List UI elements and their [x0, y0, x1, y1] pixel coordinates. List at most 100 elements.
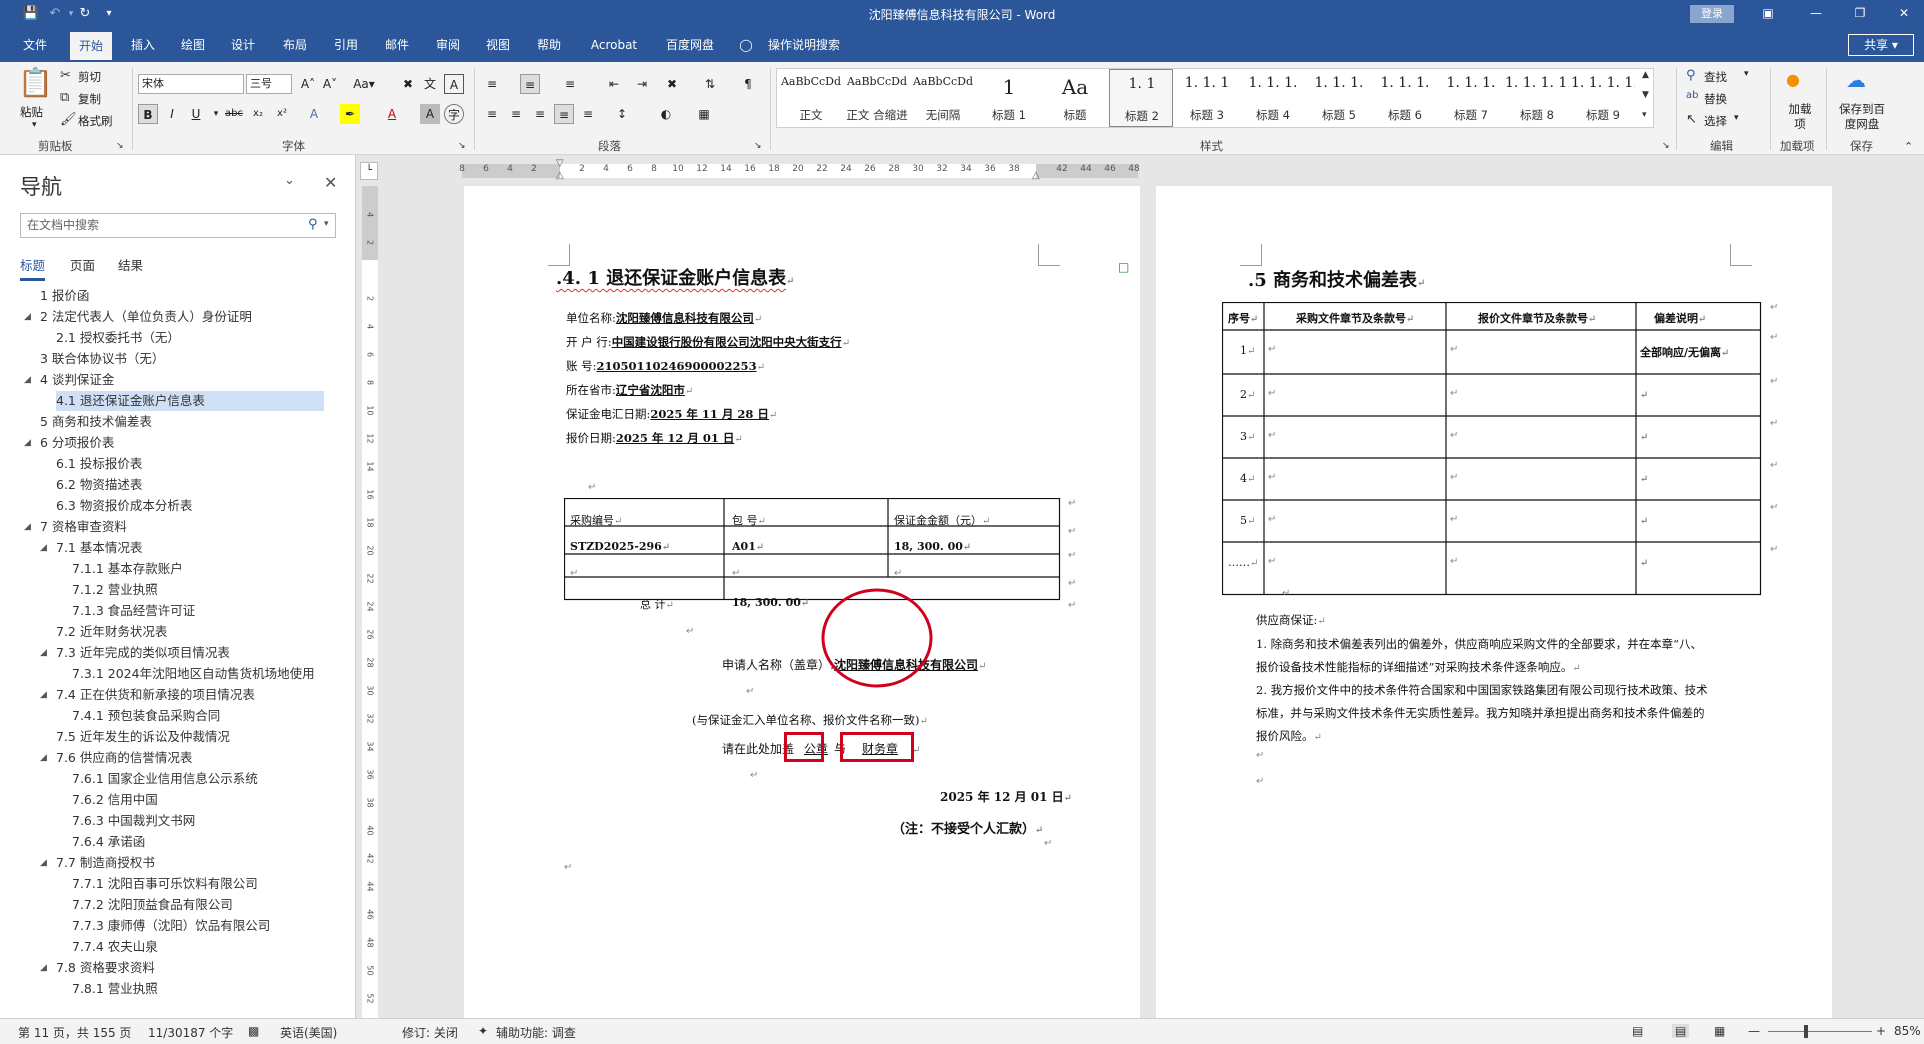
line-spacing-icon[interactable]: ↕ — [612, 104, 632, 124]
borders-icon[interactable]: ▦ — [694, 104, 714, 124]
bullets-icon[interactable]: ≡ — [482, 74, 502, 94]
gallery-more-icon[interactable]: ▾ — [1642, 110, 1647, 120]
style-13[interactable]: 1. 1. 1. 1. 标题 9 — [1571, 69, 1635, 127]
chevron-down-icon[interactable]: ⌄ — [284, 173, 295, 188]
style-11[interactable]: 1. 1. 1. 标题 7 — [1439, 69, 1503, 127]
zoom-level[interactable]: 85% — [1894, 1024, 1921, 1038]
read-mode-icon[interactable]: ▤ — [1632, 1024, 1643, 1038]
increase-indent-icon[interactable]: ⇥ — [632, 74, 652, 94]
close-icon[interactable]: ✕ — [1894, 4, 1914, 22]
horizontal-ruler[interactable]: └ 8 6 4 2 2 4 6 8 10 12 14 16 18 20 22 24 26 28 30 32 34 36 38… — [360, 158, 1924, 182]
nav-heading-item[interactable]: 6.1 投标报价表 — [56, 454, 142, 474]
tell-me-search[interactable]: 操作说明搜索 — [764, 28, 844, 62]
addins-icon[interactable]: ● — [1786, 70, 1800, 89]
expand-triangle-icon[interactable]: ◢ — [40, 685, 47, 705]
tab-selector-icon[interactable]: └ — [360, 162, 378, 180]
style-3[interactable]: AaBbCcDd 无间隔 — [911, 69, 975, 127]
close-pane-icon[interactable]: ✕ — [324, 173, 337, 192]
font-name-box[interactable]: 宋体 — [138, 74, 244, 94]
baidu-cloud-icon[interactable]: ☁ — [1846, 68, 1866, 92]
style-6[interactable]: 1. 1 标题 2 — [1109, 69, 1173, 127]
nav-heading-item[interactable]: 5 商务和技术偏差表 — [40, 412, 152, 432]
tab-acrobat[interactable]: Acrobat — [584, 28, 644, 62]
char-border-icon[interactable]: A — [444, 74, 464, 94]
nav-heading-item[interactable]: 4.1 退还保证金账户信息表 — [56, 391, 324, 411]
styles-gallery[interactable]: AaBbCcDd 正文 AaBbCcDd 正文 合缩进 AaBbCcDd 无间隔 1 标题 1… — [776, 68, 1654, 128]
tab-review[interactable]: 审阅 — [427, 28, 469, 62]
change-case-icon[interactable]: Aa▾ — [350, 74, 378, 94]
search-options-icon[interactable]: ▾ — [324, 219, 329, 229]
nav-heading-item[interactable]: 4 谈判保证金 — [40, 370, 114, 390]
tab-file[interactable]: 文件 — [14, 28, 56, 62]
expand-triangle-icon[interactable]: ◢ — [24, 370, 31, 390]
nav-heading-item[interactable]: 7 资格审查资料 — [40, 517, 127, 537]
tab-mailings[interactable]: 邮件 — [376, 28, 418, 62]
nav-heading-item[interactable]: 7.7.3 康师傅（沈阳）饮品有限公司 — [72, 916, 270, 936]
tab-draw[interactable]: 绘图 — [172, 28, 214, 62]
vertical-ruler[interactable]: 4 2 2 4 6 8 10 12 14 16 18 20 22 24 26 28 30 32 34 36 38 40 42… — [360, 182, 380, 1032]
superscript-icon[interactable]: x² — [272, 104, 292, 124]
nav-heading-item[interactable]: 7.2 近年财务状况表 — [56, 622, 167, 642]
style-1[interactable]: AaBbCcDd 正文 — [779, 69, 843, 127]
minimize-icon[interactable]: — — [1806, 4, 1826, 22]
expand-triangle-icon[interactable]: ◢ — [40, 643, 47, 663]
style-4[interactable]: 1 标题 1 — [977, 69, 1041, 127]
tab-view[interactable]: 视图 — [477, 28, 519, 62]
track-changes[interactable]: 修订: 关闭 — [402, 1024, 458, 1041]
clear-format-icon[interactable]: ✖ — [398, 74, 418, 94]
select-dropdown-icon[interactable]: ▾ — [1734, 113, 1739, 123]
nav-heading-item[interactable]: 7.3.1 2024年沈阳地区自动售货机场地使用 — [72, 664, 315, 684]
format-painter-button[interactable]: 格式刷 — [78, 113, 113, 129]
nav-heading-item[interactable]: 6.3 物资报价成本分析表 — [56, 496, 192, 516]
nav-heading-item[interactable]: 7.1.3 食品经营许可证 — [72, 601, 195, 621]
phonetic-guide-icon[interactable]: 文 — [420, 74, 440, 94]
style-7[interactable]: 1. 1. 1 标题 3 — [1175, 69, 1239, 127]
style-10[interactable]: 1. 1. 1. 标题 6 — [1373, 69, 1437, 127]
addins-button[interactable]: 加载项 — [1784, 102, 1816, 132]
replace-button[interactable]: 替换 — [1704, 91, 1727, 107]
numbering-icon[interactable]: ≡ — [520, 74, 540, 94]
comment-icon[interactable]: □ — [1118, 260, 1129, 274]
tab-help[interactable]: 帮助 — [528, 28, 570, 62]
nav-heading-item[interactable]: 7.6.2 信用中国 — [72, 790, 158, 810]
restore-icon[interactable]: ❐ — [1850, 4, 1870, 22]
expand-triangle-icon[interactable]: ◢ — [40, 538, 47, 558]
style-9[interactable]: 1. 1. 1. 标题 5 — [1307, 69, 1371, 127]
nav-tab-headings[interactable]: 标题 — [20, 255, 46, 281]
ribbon-display-icon[interactable]: ▣ — [1758, 4, 1778, 22]
login-button[interactable]: 登录 — [1690, 5, 1734, 23]
shading-icon[interactable]: ◐ — [656, 104, 676, 124]
nav-tab-pages[interactable]: 页面 — [70, 255, 95, 274]
styles-launcher-icon[interactable]: ↘ — [1662, 141, 1670, 151]
search-icon[interactable]: ⚲ — [308, 217, 318, 232]
expand-triangle-icon[interactable]: ◢ — [24, 433, 31, 453]
gallery-up-icon[interactable]: ▲ — [1642, 70, 1649, 80]
page-right[interactable]: .5 商务和技术偏差表↵ 序号↵ 采购文件章节及条款号↵ 报价文件章节及条款号↵ 偏差… — [1156, 186, 1832, 1018]
grow-font-icon[interactable]: A˄ — [298, 74, 318, 94]
strikethrough-icon[interactable]: abc — [224, 104, 244, 124]
clipboard-launcher-icon[interactable]: ↘ — [116, 141, 124, 151]
align-center-icon[interactable]: ≡ — [506, 104, 526, 124]
zoom-slider-thumb[interactable] — [1804, 1025, 1808, 1038]
nav-heading-item[interactable]: 2.1 授权委托书（无） — [56, 328, 180, 348]
tab-references[interactable]: 引用 — [325, 28, 367, 62]
underline-dropdown-icon[interactable]: ▾ — [206, 104, 226, 124]
zoom-out-icon[interactable]: — — [1748, 1024, 1760, 1038]
align-right-icon[interactable]: ≡ — [530, 104, 550, 124]
nav-heading-item[interactable]: 7.6.3 中国裁判文书网 — [72, 811, 195, 831]
align-left-icon[interactable]: ≡ — [482, 104, 502, 124]
copy-button[interactable]: 复制 — [78, 91, 101, 107]
expand-triangle-icon[interactable]: ◢ — [40, 748, 47, 768]
style-2[interactable]: AaBbCcDd 正文 合缩进 — [845, 69, 909, 127]
expand-triangle-icon[interactable]: ◢ — [24, 307, 31, 327]
nav-heading-item[interactable]: 6 分项报价表 — [40, 433, 114, 453]
nav-heading-item[interactable]: 7.7 制造商授权书 — [56, 853, 155, 873]
justify-icon[interactable]: ≡ — [554, 104, 574, 124]
distribute-icon[interactable]: ≡ — [578, 104, 598, 124]
accessibility-status[interactable]: 辅助功能: 调查 — [496, 1024, 576, 1041]
hanging-indent-marker[interactable]: △ — [556, 170, 564, 181]
nav-heading-item[interactable]: 7.8 资格要求资料 — [56, 958, 155, 978]
collapse-ribbon-icon[interactable]: ⌃ — [1904, 140, 1913, 153]
nav-heading-item[interactable]: 6.2 物资描述表 — [56, 475, 142, 495]
font-color-icon[interactable]: A — [382, 104, 402, 124]
